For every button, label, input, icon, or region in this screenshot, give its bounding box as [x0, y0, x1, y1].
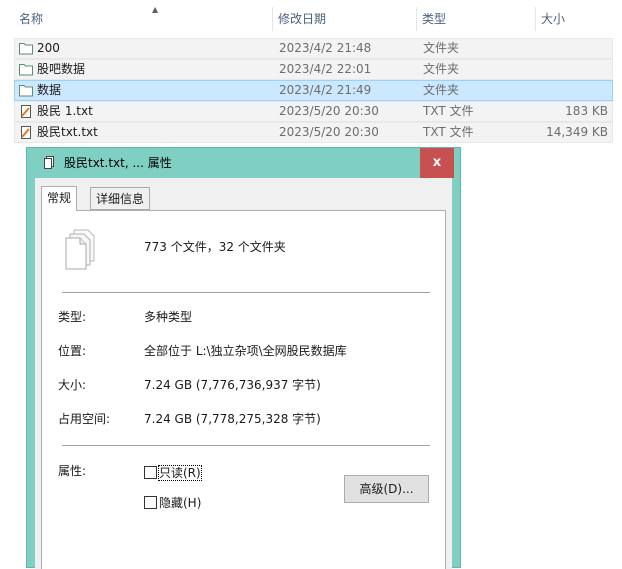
column-header-size[interactable]: 大小 — [536, 5, 616, 33]
file-row[interactable]: 股民 1.txt 2023/5/20 20:30 TXT 文件 183 KB — [14, 101, 613, 122]
file-name: 200 — [37, 41, 60, 55]
file-row-selected[interactable]: 数据 2023/4/2 21:49 文件夹 — [14, 80, 613, 101]
file-type: 文件夹 — [423, 83, 460, 97]
divider — [62, 292, 430, 293]
file-list-view: ▲ 名称 修改日期 类型 大小 200 2023/4/2 21:48 文件夹 股… — [0, 0, 622, 150]
hidden-checkbox[interactable]: 隐藏(H) — [144, 495, 201, 511]
file-type: 文件夹 — [423, 41, 460, 55]
dialog-titlebar[interactable]: 股民txt.txt, ... 属性 x — [27, 148, 460, 178]
file-date: 2023/4/2 21:49 — [279, 83, 372, 97]
file-date: 2023/4/2 22:01 — [279, 62, 372, 76]
multiple-files-icon — [65, 229, 95, 270]
location-label: 位置: — [58, 344, 87, 358]
file-rows: 200 2023/4/2 21:48 文件夹 股吧数据 2023/4/2 22:… — [14, 38, 613, 143]
location-value: 全部位于 L:\独立杂项\全网股民数据库 — [144, 344, 347, 358]
column-header-type[interactable]: 类型 — [417, 5, 535, 33]
file-name: 股民txt.txt — [37, 125, 98, 139]
folder-icon — [19, 64, 33, 76]
file-date: 2023/5/20 20:30 — [279, 125, 379, 139]
readonly-checkbox[interactable]: 只读(R) — [144, 465, 202, 481]
attributes-label: 属性: — [58, 464, 87, 478]
multiple-files-icon — [44, 156, 54, 169]
dialog-body: 常规 详细信息 773 个文件，32 个文件夹 类型: 多种类型 位置: 全部位… — [35, 178, 452, 569]
size-label: 大小: — [58, 378, 87, 392]
size-on-disk-value: 7.24 GB (7,778,275,328 字节) — [144, 412, 321, 426]
column-header-name[interactable]: 名称 — [14, 5, 272, 33]
file-row[interactable]: 股民txt.txt 2023/5/20 20:30 TXT 文件 14,349 … — [14, 122, 613, 143]
advanced-button[interactable]: 高级(D)... — [344, 475, 429, 503]
file-row[interactable]: 200 2023/4/2 21:48 文件夹 — [14, 38, 613, 59]
file-date: 2023/4/2 21:48 — [279, 41, 372, 55]
file-type: TXT 文件 — [423, 125, 474, 139]
file-name: 股民 1.txt — [37, 104, 93, 118]
selection-summary: 773 个文件，32 个文件夹 — [144, 240, 286, 254]
file-name: 股吧数据 — [37, 62, 86, 76]
folder-icon — [19, 85, 33, 97]
type-value: 多种类型 — [144, 310, 193, 324]
type-label: 类型: — [58, 310, 87, 324]
divider — [62, 445, 430, 446]
file-size: 183 KB — [565, 104, 608, 118]
size-on-disk-label: 占用空间: — [58, 412, 111, 426]
size-value: 7.24 GB (7,776,736,937 字节) — [144, 378, 321, 392]
readonly-label: 只读(R) — [158, 465, 202, 481]
hidden-label: 隐藏(H) — [159, 496, 202, 510]
text-file-icon — [21, 126, 31, 139]
properties-dialog: 股民txt.txt, ... 属性 x 常规 详细信息 773 个文件，32 个… — [26, 147, 461, 569]
text-file-icon — [21, 105, 31, 118]
general-panel: 773 个文件，32 个文件夹 类型: 多种类型 位置: 全部位于 L:\独立杂… — [41, 210, 446, 569]
close-button[interactable]: x — [420, 148, 454, 178]
folder-icon — [19, 43, 33, 55]
column-header-bar: ▲ 名称 修改日期 类型 大小 — [14, 5, 616, 33]
tab-general[interactable]: 常规 — [41, 186, 78, 211]
dialog-title: 股民txt.txt, ... 属性 — [64, 156, 172, 170]
file-row[interactable]: 股吧数据 2023/4/2 22:01 文件夹 — [14, 59, 613, 80]
file-date: 2023/5/20 20:30 — [279, 104, 379, 118]
column-header-date[interactable]: 修改日期 — [273, 5, 416, 33]
file-type: TXT 文件 — [423, 104, 474, 118]
file-name: 数据 — [37, 83, 62, 97]
tab-details[interactable]: 详细信息 — [90, 187, 151, 210]
file-type: 文件夹 — [423, 62, 460, 76]
file-size: 14,349 KB — [546, 125, 608, 139]
checkbox-box[interactable] — [144, 466, 157, 479]
checkbox-box[interactable] — [144, 496, 157, 509]
